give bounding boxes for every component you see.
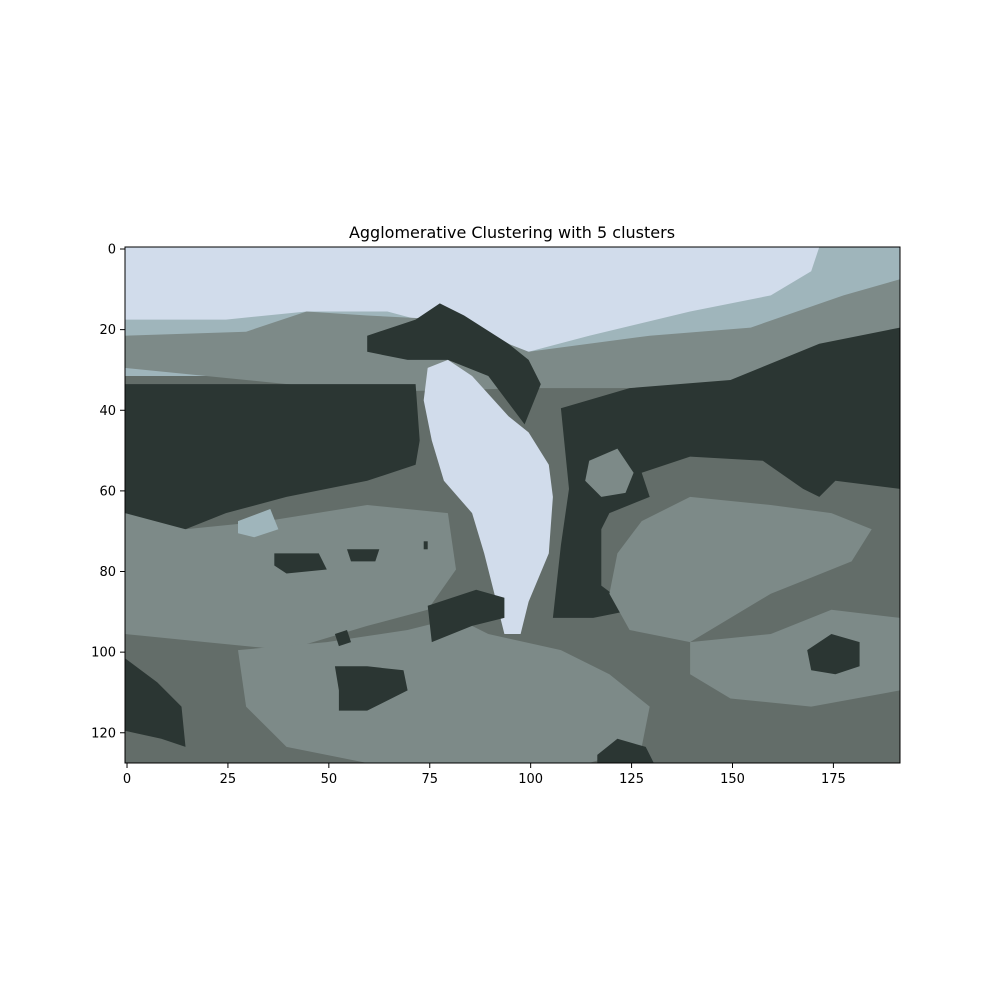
x-tick-label-50: 50 xyxy=(321,772,338,787)
cluster-region-14 xyxy=(347,549,380,562)
y-tick-label-60: 60 xyxy=(99,484,116,499)
clustering-chart: Agglomerative Clustering with 5 clusters… xyxy=(91,223,901,787)
x-tick-label-150: 150 xyxy=(720,772,745,787)
figure: Agglomerative Clustering with 5 clusters… xyxy=(0,0,1000,1000)
x-axis: 0 25 50 75 100 125 150 175 xyxy=(123,763,846,787)
y-tick-label-100: 100 xyxy=(91,646,116,661)
y-tick-label-120: 120 xyxy=(91,726,116,741)
y-tick-label-80: 80 xyxy=(99,565,116,580)
x-tick-label-175: 175 xyxy=(821,772,846,787)
cluster-region-21 xyxy=(423,541,428,550)
y-tick-label-0: 0 xyxy=(108,243,116,258)
x-tick-label-125: 125 xyxy=(619,772,644,787)
y-axis: 0 20 40 60 80 100 120 xyxy=(91,243,125,741)
x-tick-label-100: 100 xyxy=(518,772,543,787)
x-tick-label-0: 0 xyxy=(123,772,131,787)
y-tick-label-20: 20 xyxy=(99,323,116,338)
x-tick-label-25: 25 xyxy=(220,772,237,787)
y-tick-label-40: 40 xyxy=(99,404,116,419)
cluster-image xyxy=(125,247,900,763)
chart-title: Agglomerative Clustering with 5 clusters xyxy=(349,223,675,242)
x-tick-label-75: 75 xyxy=(421,772,438,787)
